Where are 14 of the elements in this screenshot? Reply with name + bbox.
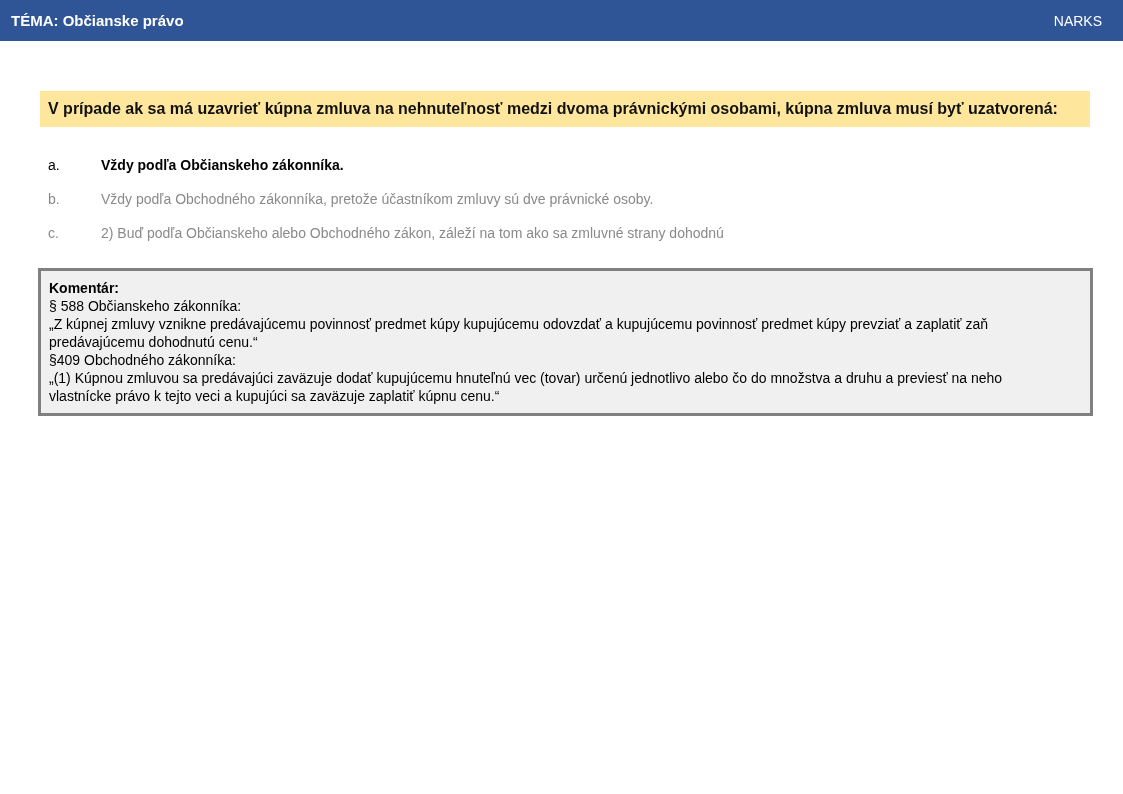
- comment-text: §409 Obchodného zákonníka:: [49, 351, 237, 369]
- option-letter: a.: [48, 156, 61, 174]
- option-letter: c.: [48, 224, 60, 242]
- brand-label: NARKS: [1053, 12, 1102, 29]
- question-text: V prípade ak sa má uzavrieť kúpna zmluva na nehnuteľnosť medzi dvoma právnickými osobami, kúpna zmluva musí byť uzatvorená:: [40, 91, 1090, 127]
- comment-title: Komentár:: [49, 279, 120, 297]
- topic-title: TÉMA: Občianske právo: [11, 12, 184, 29]
- option-letter: b.: [48, 190, 61, 208]
- option-text: Vždy podľa Občianskeho zákonníka.: [101, 156, 344, 174]
- option-text: 2) Buď podľa Občianskeho alebo Obchodného zákon, záleží na tom ako sa zmluvné strany dohodnú: [101, 224, 724, 242]
- comment-text: „(1) Kúpnou zmluvou sa predávajúci zaväzuje dodať kupujúcemu hnuteľnú vec (tovar) určenú jednotlivo alebo čo do množstva a druhu a previesť na neho vlastnícke právo k tejto veci a kupujúci sa zaväzuje zaplatiť kúpnu cenu.“: [49, 369, 1004, 405]
- option-text: Vždy podľa Obchodného zákonníka, pretože účastníkom zmluvy sú dve právnické osoby.: [101, 190, 654, 208]
- comment-text: § 588 Občianskeho zákonníka:: [49, 297, 243, 315]
- comment-text: „Z kúpnej zmluvy vznikne predávajúcemu povinnosť predmet kúpy kupujúcemu odovzdať a kupujúcemu povinnosť predmet kúpy prevziať a zaplatiť zaň predávajúcemu dohodnutú cenu.“: [49, 315, 990, 351]
